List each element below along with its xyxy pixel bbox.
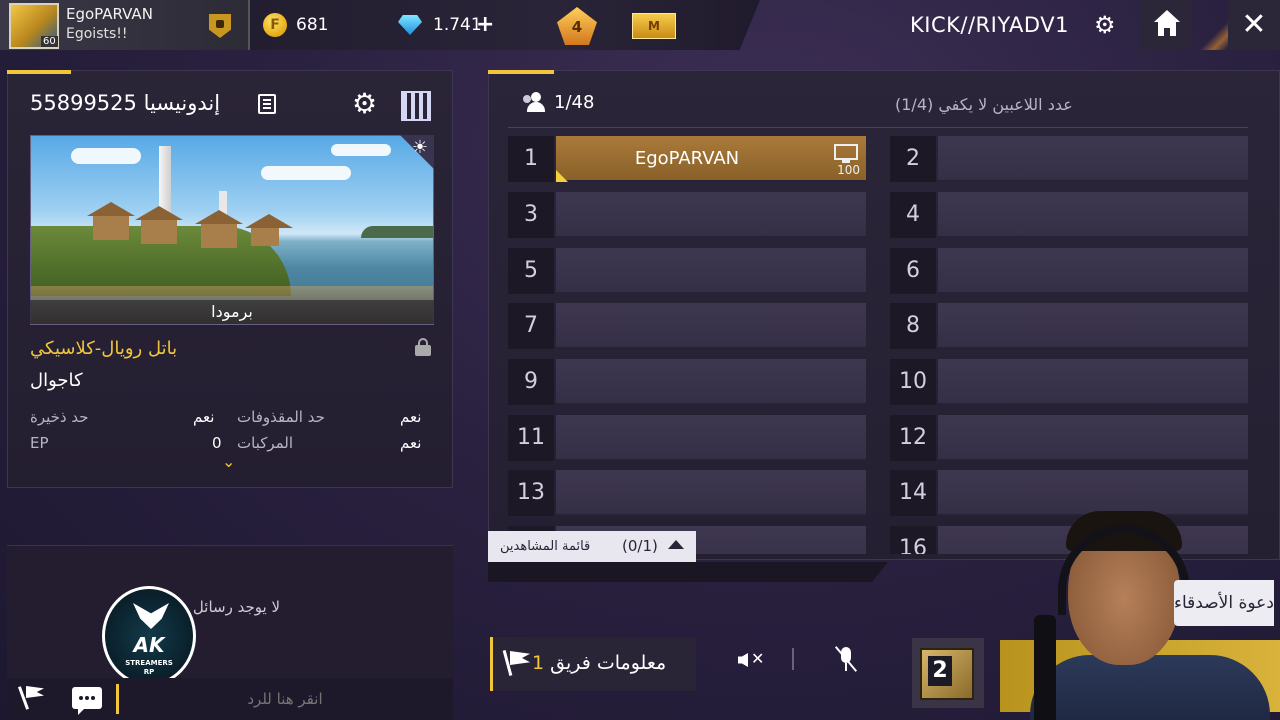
room-id-row: 55899525 إندونيسيا: [30, 91, 220, 115]
slot-number: 8: [890, 303, 936, 349]
mic-off-icon[interactable]: [834, 645, 858, 675]
coin-icon: F: [263, 13, 287, 37]
setting-value-ammo-limit: نعم: [193, 408, 215, 426]
slots-accent: [488, 70, 554, 74]
team-info-text: معلومات فريق: [550, 652, 667, 674]
setting-value-vehicles: نعم: [400, 434, 422, 452]
membership-badge[interactable]: M: [632, 13, 676, 39]
setting-label-ammo-limit: حد ذخيرة: [30, 408, 89, 426]
setting-value-projectile-limit: نعم: [400, 408, 422, 426]
chevron-down-icon[interactable]: ⌄: [222, 452, 242, 471]
player-count: 1/48: [554, 92, 595, 113]
setting-label-vehicles: المركبات: [237, 434, 294, 452]
slot-number: 4: [890, 192, 936, 238]
slot-number: 7: [508, 303, 554, 349]
slot-number: 14: [890, 470, 936, 516]
setting-label-ep: EP: [30, 434, 49, 452]
setting-label-projectile-limit: حد المقذوفات: [237, 408, 325, 426]
slot-number: 9: [508, 359, 554, 405]
streamer-logo-title: AK: [133, 633, 165, 657]
slot-1[interactable]: 1 EgoPARVAN 100: [508, 136, 866, 184]
game-mode-title: باتل رويال-كلاسيكي: [30, 338, 178, 359]
slot-8[interactable]: 8: [890, 303, 1248, 351]
lock-icon: [415, 338, 431, 356]
slot-3[interactable]: 3: [508, 192, 866, 240]
spectator-label: قائمة المشاهدين: [500, 539, 591, 554]
slot-player-level: 100: [837, 163, 860, 177]
chat-divider: [116, 684, 119, 714]
diamond-amount: 1.741: [433, 15, 482, 35]
mute-icon[interactable]: ✕: [734, 645, 764, 675]
map-name: برمودا: [211, 302, 253, 321]
crate-number: 2: [928, 656, 952, 686]
copy-icon[interactable]: [258, 94, 276, 114]
room-settings-gear-icon[interactable]: ⚙: [352, 90, 377, 118]
team-info-label: معلومات فريق 1: [532, 652, 688, 674]
room-region: إندونيسيا: [143, 91, 221, 115]
crate-button[interactable]: 2: [912, 638, 984, 708]
slot-6[interactable]: 6: [890, 248, 1248, 296]
slot-2[interactable]: 2: [890, 136, 1248, 184]
panel-accent: [7, 70, 71, 74]
home-button[interactable]: [1140, 0, 1192, 50]
player-guild: Egoists!!: [66, 26, 128, 42]
streamer-logo-subtitle: STREAMERS RP: [125, 659, 173, 676]
slot-number: 2: [890, 136, 936, 182]
player-name: EgoPARVAN: [66, 5, 153, 23]
chevron-up-icon: [668, 540, 684, 549]
close-icon[interactable]: ✕: [1228, 0, 1280, 50]
slot-4[interactable]: 4: [890, 192, 1248, 240]
slot-number: 3: [508, 192, 554, 238]
streamer-logo-watermark: AK STREAMERS RP: [102, 586, 196, 686]
add-diamonds-button[interactable]: +: [476, 12, 494, 37]
slot-number: 12: [890, 415, 936, 461]
slot-7[interactable]: 7: [508, 303, 866, 351]
status-count: (1/4): [895, 95, 934, 114]
slot-13[interactable]: 13: [508, 470, 866, 518]
sun-icon: ☀: [411, 137, 429, 158]
slot-number: 6: [890, 248, 936, 294]
slot-9[interactable]: 9: [508, 359, 866, 407]
team-number: 1: [532, 652, 545, 674]
flag-icon: [502, 648, 532, 678]
chat-reply-input[interactable]: [120, 684, 450, 714]
controls-separator: [792, 648, 794, 670]
setting-value-ep: 0: [212, 434, 222, 452]
slots-grid: 1 EgoPARVAN 100 2 3 4 5 6 7 8 9 10 11 12…: [488, 132, 1280, 554]
slot-player-name: EgoPARVAN: [634, 148, 740, 169]
not-enough-players-status: عدد اللاعبين لا يكفي (1/4): [895, 95, 1129, 114]
status-text: عدد اللاعبين لا يكفي: [938, 95, 1073, 114]
slot-number: 1: [508, 136, 554, 182]
player-level: 60: [41, 36, 58, 47]
slots-bottom-strip: [488, 562, 888, 582]
slot-number: 5: [508, 248, 554, 294]
game-sub-mode: كاجوال: [30, 370, 83, 391]
slot-5[interactable]: 5: [508, 248, 866, 296]
room-id: 55899525: [30, 91, 137, 115]
qr-icon[interactable]: [401, 91, 431, 121]
spectator-count: (0/1): [622, 537, 658, 555]
slot-number: 16: [890, 526, 936, 554]
flag-icon[interactable]: [17, 684, 52, 712]
slot-number: 13: [508, 470, 554, 516]
room-name: KICK//RIYADV1: [910, 13, 1069, 37]
invite-friends-button[interactable]: دعوة الأصدقاء: [1174, 580, 1274, 626]
slot-number: 10: [890, 359, 936, 405]
monitor-icon: [834, 144, 858, 160]
spectator-list-tab[interactable]: (0/1) قائمة المشاهدين: [488, 531, 696, 562]
gold-amount: 681: [296, 15, 329, 35]
slot-number: 11: [508, 415, 554, 461]
chat-icon[interactable]: [72, 687, 102, 715]
slot-10[interactable]: 10: [890, 359, 1248, 407]
map-preview-image[interactable]: [30, 135, 434, 325]
slot-11[interactable]: 11: [508, 415, 866, 463]
gear-icon[interactable]: ⚙: [1094, 13, 1116, 37]
slots-divider: [508, 127, 1248, 128]
slot-12[interactable]: 12: [890, 415, 1248, 463]
players-icon: [521, 92, 545, 112]
